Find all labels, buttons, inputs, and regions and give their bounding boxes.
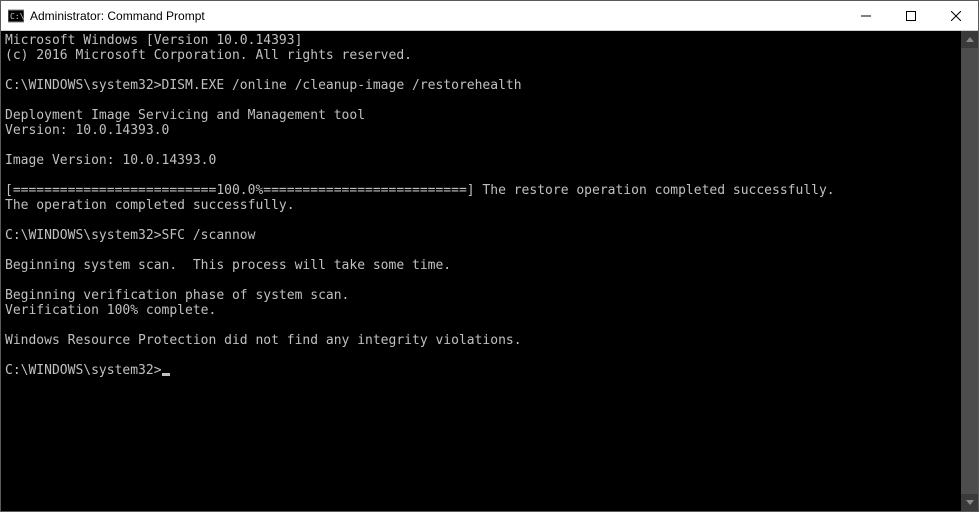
terminal-line xyxy=(5,93,961,108)
terminal-line: Version: 10.0.14393.0 xyxy=(5,123,961,138)
terminal-line xyxy=(5,168,961,183)
terminal-line: Microsoft Windows [Version 10.0.14393] xyxy=(5,33,961,48)
terminal-area: Microsoft Windows [Version 10.0.14393](c… xyxy=(1,31,978,511)
terminal-line xyxy=(5,138,961,153)
minimize-button[interactable] xyxy=(843,1,888,30)
terminal-line xyxy=(5,348,961,363)
terminal-line xyxy=(5,318,961,333)
command-prompt-window: C:\ Administrator: Command Prompt Micros… xyxy=(0,0,979,512)
terminal-line: C:\WINDOWS\system32>DISM.EXE /online /cl… xyxy=(5,78,961,93)
terminal-line: [==========================100.0%=======… xyxy=(5,183,961,198)
terminal-line xyxy=(5,243,961,258)
terminal-line: Image Version: 10.0.14393.0 xyxy=(5,153,961,168)
scroll-down-arrow[interactable] xyxy=(961,494,978,511)
terminal-line xyxy=(5,213,961,228)
terminal-line xyxy=(5,63,961,78)
terminal-line: Verification 100% complete. xyxy=(5,303,961,318)
terminal-line: Windows Resource Protection did not find… xyxy=(5,333,961,348)
terminal-line: The operation completed successfully. xyxy=(5,198,961,213)
terminal-output[interactable]: Microsoft Windows [Version 10.0.14393](c… xyxy=(1,31,961,511)
window-controls xyxy=(843,1,978,30)
terminal-line: Beginning verification phase of system s… xyxy=(5,288,961,303)
terminal-line: Beginning system scan. This process will… xyxy=(5,258,961,273)
close-button[interactable] xyxy=(933,1,978,30)
terminal-line: C:\WINDOWS\system32>SFC /scannow xyxy=(5,228,961,243)
titlebar[interactable]: C:\ Administrator: Command Prompt xyxy=(1,1,978,31)
scroll-up-arrow[interactable] xyxy=(961,31,978,48)
window-title: Administrator: Command Prompt xyxy=(30,9,843,23)
terminal-line: (c) 2016 Microsoft Corporation. All righ… xyxy=(5,48,961,63)
terminal-line: Deployment Image Servicing and Managemen… xyxy=(5,108,961,123)
cmd-icon: C:\ xyxy=(8,8,24,24)
scroll-thumb[interactable] xyxy=(961,48,978,494)
cursor xyxy=(162,373,170,376)
terminal-line: C:\WINDOWS\system32> xyxy=(5,363,961,378)
vertical-scrollbar[interactable] xyxy=(961,31,978,511)
svg-text:C:\: C:\ xyxy=(10,12,24,21)
maximize-button[interactable] xyxy=(888,1,933,30)
terminal-line xyxy=(5,273,961,288)
